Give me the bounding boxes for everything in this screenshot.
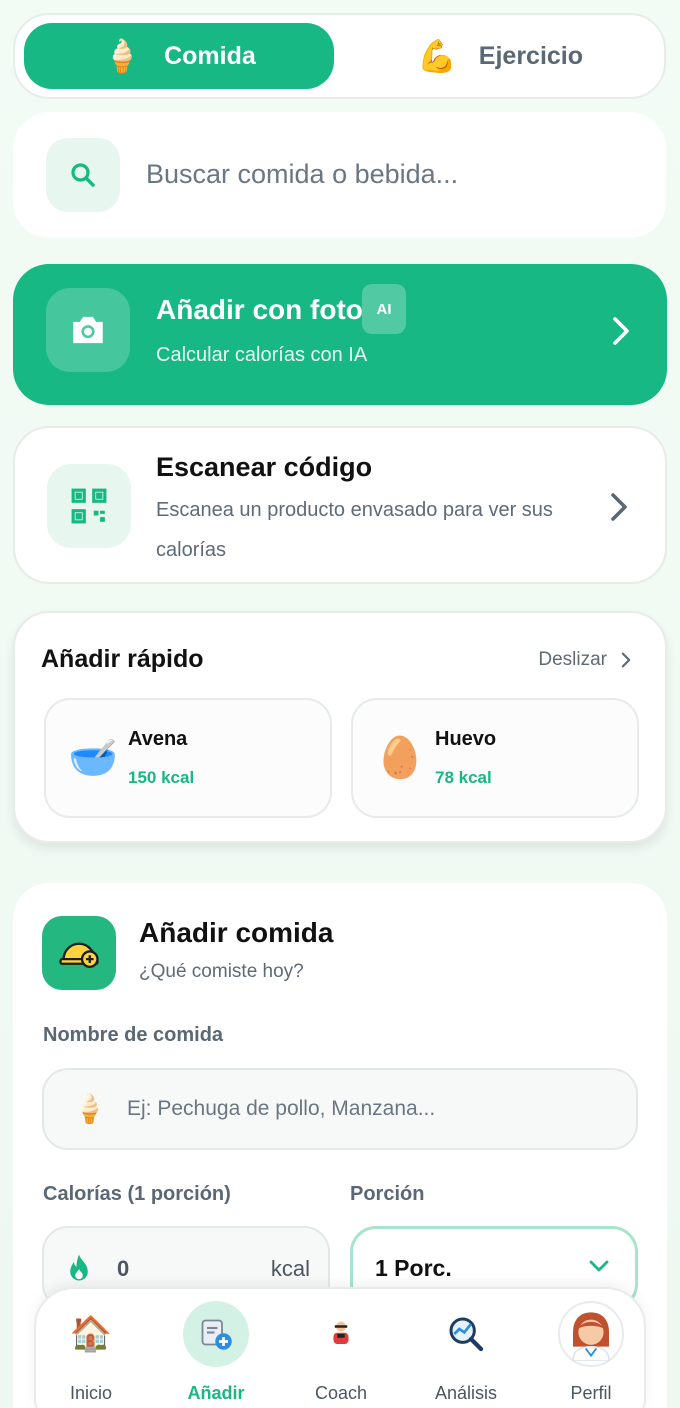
bowl-icon: 🥣: [68, 736, 118, 780]
tab-comida[interactable]: 🍦 Comida: [24, 23, 334, 89]
search-icon: [46, 138, 120, 212]
calories-label: Calorías (1 porción): [43, 1183, 231, 1205]
quick-item-kcal: 78 kcal: [435, 768, 492, 787]
chevron-right-icon: [611, 316, 631, 351]
meal-name-field[interactable]: 🍦 Ej: Pechuga de pollo, Manzana...: [42, 1068, 638, 1150]
house-icon: 🏠: [69, 1315, 113, 1353]
nav-label: Añadir: [187, 1383, 245, 1403]
camera-icon: [46, 288, 130, 372]
nav-item-coach[interactable]: Coach: [286, 1289, 396, 1408]
tab-comida-label: Comida: [164, 41, 256, 70]
meal-name-label: Nombre de comida: [43, 1024, 224, 1046]
ice-cream-icon: 🍦: [72, 1093, 107, 1124]
quick-item-name: Avena: [128, 728, 188, 750]
nav-label: Análisis: [434, 1383, 498, 1403]
portion-value: 1 Porc.: [375, 1255, 452, 1281]
analysis-icon: [433, 1301, 499, 1367]
search-bar[interactable]: Buscar comida o bebida...: [13, 112, 666, 238]
add-meal-subtitle: ¿Qué comiste hoy?: [139, 961, 304, 982]
flexed-biceps-icon: 💪: [416, 38, 457, 74]
nav-item-analisis[interactable]: Análisis: [411, 1289, 521, 1408]
tab-ejercicio[interactable]: 💪 Ejercicio: [345, 23, 655, 89]
quick-add-title: Añadir rápido: [41, 645, 204, 673]
add-meal-title: Añadir comida: [139, 917, 334, 948]
coach-icon: [308, 1301, 374, 1367]
calories-unit: kcal: [270, 1256, 310, 1281]
flame-icon: [66, 1253, 92, 1288]
nav-label: Perfil: [570, 1383, 612, 1403]
meal-name-placeholder: Ej: Pechuga de pollo, Manzana...: [127, 1097, 436, 1120]
egg-icon: 🥚: [375, 736, 425, 780]
quick-item-kcal: 150 kcal: [128, 768, 195, 787]
nav-item-inicio[interactable]: 🏠 Inicio: [36, 1289, 146, 1408]
tab-ejercicio-label: Ejercicio: [478, 41, 584, 70]
scan-card-title: Escanear código: [156, 452, 373, 482]
quick-add-item[interactable]: 🥣 Avena 150 kcal: [44, 698, 332, 818]
nav-item-anadir[interactable]: Añadir: [161, 1289, 271, 1408]
chevron-right-icon: [609, 492, 629, 527]
chevron-down-icon: [589, 1259, 609, 1278]
quick-add-card: Añadir rápido Deslizar 🥣 Avena 150 kcal …: [13, 611, 667, 843]
quick-add-item[interactable]: 🥚 Huevo 78 kcal: [351, 698, 639, 818]
calories-value: 0: [117, 1256, 130, 1281]
quick-item-name: Huevo: [435, 728, 497, 750]
add-with-photo-card[interactable]: Añadir con foto AI Calcular calorías con…: [13, 264, 667, 405]
scan-card-subtitle: Escanea un producto envasado para ver su…: [156, 499, 553, 561]
qr-code-icon: [47, 464, 131, 548]
swipe-hint[interactable]: Deslizar: [538, 649, 631, 671]
doctor-avatar-icon: [558, 1301, 624, 1367]
add-note-icon: [183, 1301, 249, 1367]
photo-card-subtitle: Calcular calorías con IA: [156, 344, 368, 366]
swipe-label: Deslizar: [538, 649, 607, 670]
ai-badge: AI: [362, 284, 406, 334]
mode-tabs: 🍦 Comida 💪 Ejercicio: [13, 13, 666, 99]
bottom-nav: 🏠 Inicio Añadir Coach Análisis Perfil: [34, 1287, 646, 1408]
nav-item-perfil[interactable]: Perfil: [536, 1289, 646, 1408]
scan-code-card[interactable]: Escanear código Escanea un producto enva…: [13, 426, 667, 584]
search-input[interactable]: Buscar comida o bebida...: [146, 159, 458, 190]
photo-card-title: Añadir con foto: [156, 294, 363, 325]
chevron-right-icon: [621, 652, 631, 668]
ice-cream-icon: 🍦: [102, 38, 143, 74]
nav-label: Coach: [314, 1383, 368, 1403]
nav-label: Inicio: [69, 1383, 113, 1403]
meal-cloche-icon: [42, 916, 116, 990]
portion-label: Porción: [350, 1183, 425, 1205]
